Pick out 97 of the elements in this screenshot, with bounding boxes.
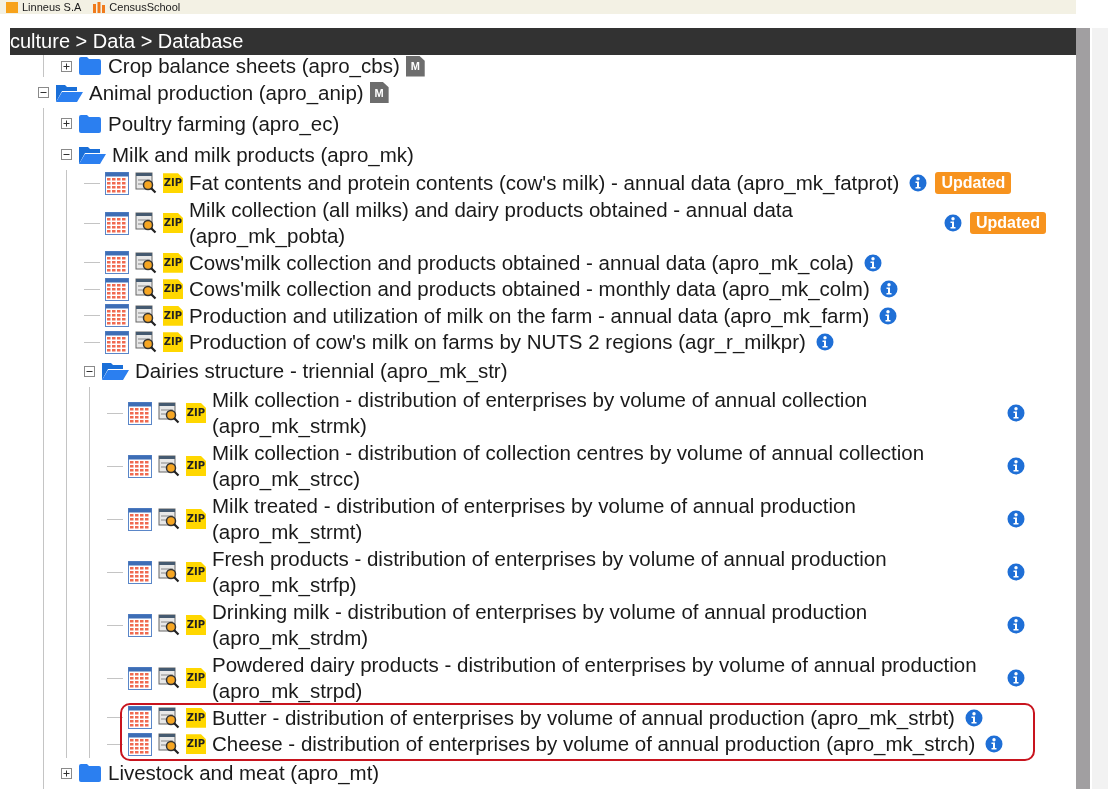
folder-label[interactable]: Livestock and meat (apro_mt) xyxy=(108,761,380,785)
dataset-link[interactable]: Butter - distribution of enterprises by volume of annual production (apro_mk_strbt) xyxy=(212,704,955,731)
table-magnifier-icon[interactable] xyxy=(135,172,157,195)
table-icon[interactable] xyxy=(128,666,152,690)
table-magnifier-icon[interactable] xyxy=(158,706,180,729)
table-icon[interactable] xyxy=(105,251,129,275)
zip-download-icon[interactable]: ZIP xyxy=(186,456,206,476)
updated-badge: Updated xyxy=(935,172,1012,195)
table-magnifier-icon[interactable] xyxy=(158,733,180,756)
table-magnifier-icon[interactable] xyxy=(135,304,157,327)
dataset-link[interactable]: Drinking milk - distribution of enterprises by volume of annual production (apro_mk_strdm) xyxy=(212,598,997,652)
table-magnifier-icon[interactable] xyxy=(158,561,180,583)
collapse-toggle[interactable] xyxy=(84,365,95,377)
zip-download-icon[interactable]: ZIP xyxy=(186,668,206,688)
info-icon[interactable] xyxy=(985,735,1004,754)
feed-icon xyxy=(6,1,18,13)
dataset-link[interactable]: Production and utilization of milk on the farm - annual data (apro_mk_farm) xyxy=(189,302,870,329)
info-icon[interactable] xyxy=(879,280,898,299)
dataset-link[interactable]: Fresh products - distribution of enterprises by volume of annual production (apro_mk_strfp) xyxy=(212,545,997,599)
expand-toggle[interactable] xyxy=(61,767,72,779)
collapse-toggle[interactable] xyxy=(61,149,72,160)
table-icon[interactable] xyxy=(105,330,129,354)
folder-label[interactable]: Milk and milk products (apro_mk) xyxy=(112,142,414,167)
zip-download-icon[interactable]: ZIP xyxy=(163,252,183,273)
open-folder-icon xyxy=(55,82,83,103)
table-icon[interactable] xyxy=(105,277,129,301)
table-icon[interactable] xyxy=(128,507,152,531)
table-magnifier-icon[interactable] xyxy=(158,614,180,636)
info-icon[interactable] xyxy=(863,253,882,272)
folder-icon xyxy=(78,113,102,134)
dataset-link[interactable]: Cows'milk collection and products obtained - monthly data (apro_mk_colm) xyxy=(189,276,870,303)
dataset-link[interactable]: Milk collection (all milks) and dairy products obtained - annual data (apro_mk_pobta) xyxy=(189,196,934,250)
zip-download-icon[interactable]: ZIP xyxy=(163,332,183,353)
zip-download-icon[interactable]: ZIP xyxy=(186,707,206,728)
table-icon[interactable] xyxy=(128,613,152,637)
table-magnifier-icon[interactable] xyxy=(158,402,180,424)
zip-download-icon[interactable]: ZIP xyxy=(186,403,206,423)
expand-toggle[interactable] xyxy=(61,118,72,129)
collapse-toggle[interactable] xyxy=(38,87,49,98)
table-magnifier-icon[interactable] xyxy=(135,278,157,301)
folder-icon xyxy=(78,763,102,783)
folder-label[interactable]: Animal production (apro_anip) xyxy=(89,80,364,105)
info-icon[interactable] xyxy=(944,214,962,232)
table-magnifier-icon[interactable] xyxy=(135,212,157,234)
bookmark-link[interactable]: Linneus S.A xyxy=(22,1,82,13)
table-icon[interactable] xyxy=(105,304,129,328)
zip-download-icon[interactable]: ZIP xyxy=(163,213,183,233)
info-icon[interactable] xyxy=(1007,563,1025,581)
table-magnifier-icon[interactable] xyxy=(135,251,157,274)
info-icon[interactable] xyxy=(879,306,898,325)
zip-download-icon[interactable]: ZIP xyxy=(186,615,206,635)
table-magnifier-icon[interactable] xyxy=(158,667,180,689)
open-folder-icon xyxy=(101,361,129,381)
table-magnifier-icon[interactable] xyxy=(158,455,180,477)
folder-icon xyxy=(78,56,102,76)
info-icon[interactable] xyxy=(964,708,983,727)
zip-download-icon[interactable]: ZIP xyxy=(186,509,206,529)
table-icon[interactable] xyxy=(105,211,129,235)
info-icon[interactable] xyxy=(815,333,834,352)
dataset-link[interactable]: Milk collection - distribution of collection centres by volume of annual collection (apro_mk_strcc) xyxy=(212,439,997,493)
bookmark-link[interactable]: CensusSchool xyxy=(109,1,181,13)
dataset-link[interactable]: Cheese - distribution of enterprises by volume of annual production (apro_mk_strch) xyxy=(212,731,976,758)
table-magnifier-icon[interactable] xyxy=(158,508,180,530)
info-icon[interactable] xyxy=(1007,510,1025,528)
dataset-link[interactable]: Fat contents and protein contents (cow's milk) - annual data (apro_mk_fatprot) xyxy=(189,170,900,197)
expand-toggle[interactable] xyxy=(61,60,72,72)
updated-badge: Updated xyxy=(970,212,1046,234)
info-icon[interactable] xyxy=(1007,457,1025,475)
table-icon[interactable] xyxy=(128,560,152,584)
info-icon[interactable] xyxy=(1007,669,1025,687)
info-icon[interactable] xyxy=(909,174,928,193)
table-icon[interactable] xyxy=(128,732,152,756)
dataset-link[interactable]: Production of cow's milk on farms by NUTS 2 regions (agr_r_milkpr) xyxy=(189,329,806,356)
table-icon[interactable] xyxy=(128,706,152,730)
folder-label[interactable]: Crop balance sheets (apro_cbs) xyxy=(108,54,400,78)
metadata-icon[interactable]: M xyxy=(369,82,389,103)
info-icon[interactable] xyxy=(1007,616,1025,634)
open-folder-icon xyxy=(78,144,106,165)
table-icon[interactable] xyxy=(105,171,129,195)
dataset-link[interactable]: Milk collection - distribution of enterprises by volume of annual collection (apro_mk_strmk) xyxy=(212,386,997,440)
zip-download-icon[interactable]: ZIP xyxy=(163,305,183,326)
dataset-link[interactable]: Cows'milk collection and products obtained - annual data (apro_mk_cola) xyxy=(189,249,854,276)
folder-label[interactable]: Poultry farming (apro_ec) xyxy=(108,111,340,136)
breadcrumb: culture > Data > Database xyxy=(10,29,244,54)
bars-icon xyxy=(93,1,106,13)
table-icon[interactable] xyxy=(128,401,152,425)
metadata-icon[interactable]: M xyxy=(405,55,425,77)
folder-label[interactable]: Dairies structure - triennial (apro_mk_str) xyxy=(135,359,508,383)
zip-download-icon[interactable]: ZIP xyxy=(163,173,183,194)
zip-download-icon[interactable]: ZIP xyxy=(163,279,183,300)
dataset-link[interactable]: Powdered dairy products - distribution of enterprises by volume of annual production (apro_mk_strpd) xyxy=(212,651,997,705)
dataset-link[interactable]: Milk treated - distribution of enterprises by volume of annual production (apro_mk_strmt) xyxy=(212,492,997,546)
table-icon[interactable] xyxy=(128,454,152,478)
info-icon[interactable] xyxy=(1007,404,1025,422)
table-magnifier-icon[interactable] xyxy=(135,331,157,354)
zip-download-icon[interactable]: ZIP xyxy=(186,734,206,755)
zip-download-icon[interactable]: ZIP xyxy=(186,562,206,582)
